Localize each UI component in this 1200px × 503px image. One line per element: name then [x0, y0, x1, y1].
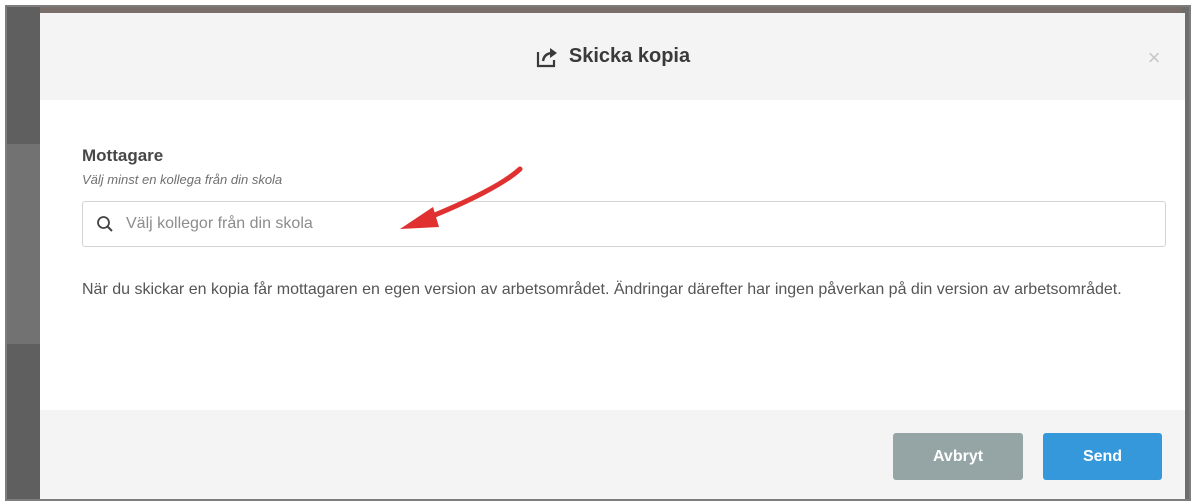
share-icon	[536, 47, 557, 67]
cancel-button[interactable]: Avbryt	[893, 433, 1023, 480]
dialog-title: Skicka kopia	[535, 45, 690, 68]
close-icon[interactable]: ×	[1145, 47, 1163, 69]
dialog-footer: Avbryt Send	[40, 410, 1185, 499]
recipient-label: Mottagare	[82, 146, 164, 165]
send-button[interactable]: Send	[1043, 433, 1162, 480]
backdrop-left	[7, 7, 40, 499]
send-copy-dialog: Skicka kopia × Mottagare Välj minst en k…	[40, 13, 1185, 499]
search-icon	[97, 216, 113, 232]
dialog-header: Skicka kopia ×	[40, 13, 1185, 100]
backdrop-panel	[7, 144, 40, 344]
dialog-title-text: Skicka kopia	[568, 45, 691, 67]
copy-description: När du skickar en kopia får mottagaren e…	[82, 281, 1122, 298]
recipient-search-field[interactable]	[82, 201, 1166, 247]
annotation-arrow-icon	[400, 166, 523, 229]
recipient-hint: Välj minst en kollega från din skola	[82, 172, 283, 187]
recipient-search-input[interactable]	[126, 202, 1165, 246]
screenshot-frame: Skicka kopia × Mottagare Välj minst en k…	[5, 5, 1191, 501]
